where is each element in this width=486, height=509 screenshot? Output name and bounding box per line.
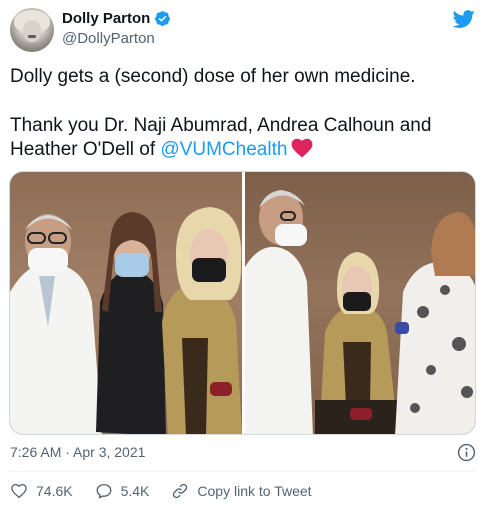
twitter-bird-icon[interactable] bbox=[452, 8, 476, 30]
divider bbox=[10, 471, 476, 472]
user-handle[interactable]: @DollyParton bbox=[62, 30, 155, 47]
author-name-row: Dolly Parton bbox=[62, 10, 171, 27]
copy-link-button[interactable]: Copy link to Tweet bbox=[171, 482, 312, 500]
copy-link-label: Copy link to Tweet bbox=[197, 483, 312, 499]
photo-illustration-right bbox=[245, 172, 475, 434]
action-bar: 74.6K 5.4K Copy link to Tweet bbox=[10, 482, 334, 500]
info-icon[interactable] bbox=[457, 443, 476, 462]
media-photo-right[interactable] bbox=[245, 172, 475, 434]
mention-link[interactable]: @VUMChealth bbox=[160, 139, 287, 160]
media-container bbox=[9, 171, 476, 435]
tweet-text-prefix: Heather O'Dell of bbox=[10, 139, 161, 160]
tweet-text-line-2: Thank you Dr. Naji Abumrad, Andrea Calho… bbox=[10, 115, 432, 136]
reply-button[interactable]: 5.4K bbox=[95, 482, 150, 500]
like-icon bbox=[11, 483, 27, 499]
tweet-text-line-1: Dolly gets a (second) dose of her own me… bbox=[10, 66, 416, 87]
media-photo-left[interactable] bbox=[10, 172, 242, 434]
reply-count: 5.4K bbox=[120, 483, 150, 499]
like-button[interactable]: 74.6K bbox=[10, 482, 73, 500]
verified-badge-icon bbox=[155, 11, 171, 27]
display-name[interactable]: Dolly Parton bbox=[62, 10, 150, 27]
tweet-card: Dolly Parton @DollyParton Dolly gets a (… bbox=[0, 0, 486, 509]
tweet-text-line-3: Heather O'Dell of @VUMChealth bbox=[10, 138, 313, 162]
tweet-timestamp[interactable]: 7:26 AM · Apr 3, 2021 bbox=[10, 444, 145, 460]
link-icon bbox=[173, 483, 188, 499]
heart-emoji bbox=[291, 138, 313, 158]
reply-icon bbox=[96, 483, 112, 499]
photo-illustration-left bbox=[10, 172, 242, 434]
avatar[interactable] bbox=[10, 8, 54, 52]
like-count: 74.6K bbox=[36, 483, 73, 499]
